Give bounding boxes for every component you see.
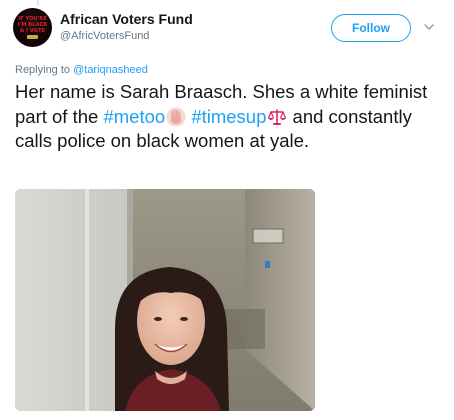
thread-connector-line [37,0,39,6]
avatar-text-line-3: & I VOTE [19,28,46,34]
raised-hand-emoji-icon [166,107,186,126]
chevron-down-icon[interactable] [423,21,435,33]
account-handle[interactable]: @AfricVotersFund [60,30,149,42]
follow-button[interactable]: Follow [331,14,411,42]
avatar[interactable]: IF YOU'RE I'M BLACK & I VOTE [13,8,52,47]
reply-context: Replying to @tariqnasheed [15,64,148,76]
scales-emoji-icon [268,108,287,125]
avatar-badge-mark [27,35,38,39]
display-name[interactable]: African Voters Fund [60,11,193,27]
reply-mention-link[interactable]: @tariqnasheed [73,64,148,76]
tweet-text: Her name is Sarah Braasch. Shes a white … [15,80,445,154]
tweet-photo[interactable] [15,189,315,411]
hashtag-metoo[interactable]: #metoo [103,106,165,127]
hashtag-timesup[interactable]: #timesup [191,106,266,127]
reply-prefix: Replying to [15,64,74,76]
photo-image [15,189,315,411]
